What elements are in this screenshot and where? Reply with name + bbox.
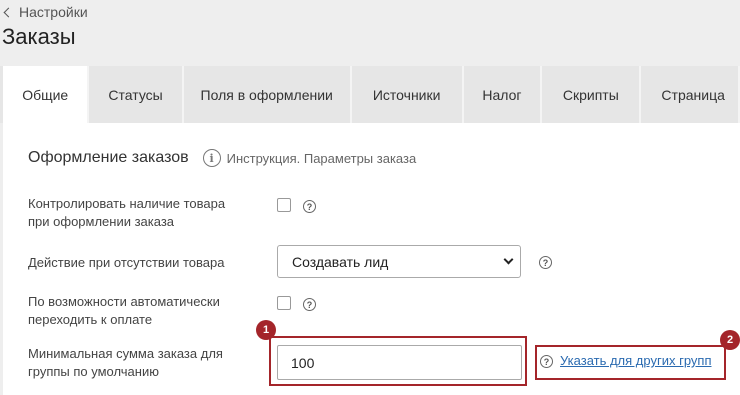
settings-panel: Оформление заказов i Инструкция. Парамет… — [3, 123, 740, 395]
tab-tax[interactable]: Налог — [463, 66, 543, 123]
check-stock-label: Контролировать наличие товара при оформл… — [28, 196, 226, 229]
tab-page[interactable]: Страница — [641, 66, 740, 123]
chevron-left-icon — [3, 7, 14, 17]
help-icon[interactable]: ? — [303, 200, 316, 213]
section-title: Оформление заказов — [28, 149, 189, 166]
auto-payment-checkbox[interactable] — [277, 296, 291, 310]
check-stock-checkbox[interactable] — [277, 198, 291, 212]
chevron-down-icon — [503, 254, 514, 265]
tab-scripts[interactable]: Скрипты — [542, 66, 642, 123]
min-order-label: Минимальная сумма заказа для группы по у… — [28, 346, 223, 379]
help-icon[interactable]: ? — [539, 256, 552, 269]
info-icon[interactable]: i — [202, 149, 221, 167]
instruction-link[interactable]: Инструкция. Параметры заказа — [227, 151, 417, 166]
back-link[interactable]: Настройки — [2, 4, 88, 20]
auto-payment-label: По возможности автоматически переходить … — [28, 294, 220, 327]
out-of-stock-action-value: Создавать лид — [292, 253, 389, 270]
help-icon[interactable]: ? — [540, 355, 553, 368]
out-of-stock-action-select[interactable]: Создавать лид — [277, 245, 521, 278]
min-order-input[interactable]: 100 — [277, 345, 522, 380]
other-groups-link[interactable]: Указать для других групп — [560, 353, 712, 368]
section-header: Оформление заказов i Инструкция. Парамет… — [28, 149, 416, 167]
help-icon[interactable]: ? — [303, 298, 316, 311]
back-link-label: Настройки — [19, 4, 88, 20]
annotation-badge-1: 1 — [256, 320, 276, 340]
tab-general[interactable]: Общие — [0, 66, 90, 123]
tab-bar: Общие Статусы Поля в оформлении Источник… — [0, 66, 740, 123]
tab-statuses[interactable]: Статусы — [89, 66, 184, 123]
page-title: Заказы — [2, 24, 76, 49]
tab-checkout-fields[interactable]: Поля в оформлении — [183, 66, 352, 123]
out-of-stock-action-label: Действие при отсутствии товара — [28, 255, 225, 270]
tab-sources[interactable]: Источники — [351, 66, 464, 123]
annotation-badge-2: 2 — [720, 330, 740, 350]
